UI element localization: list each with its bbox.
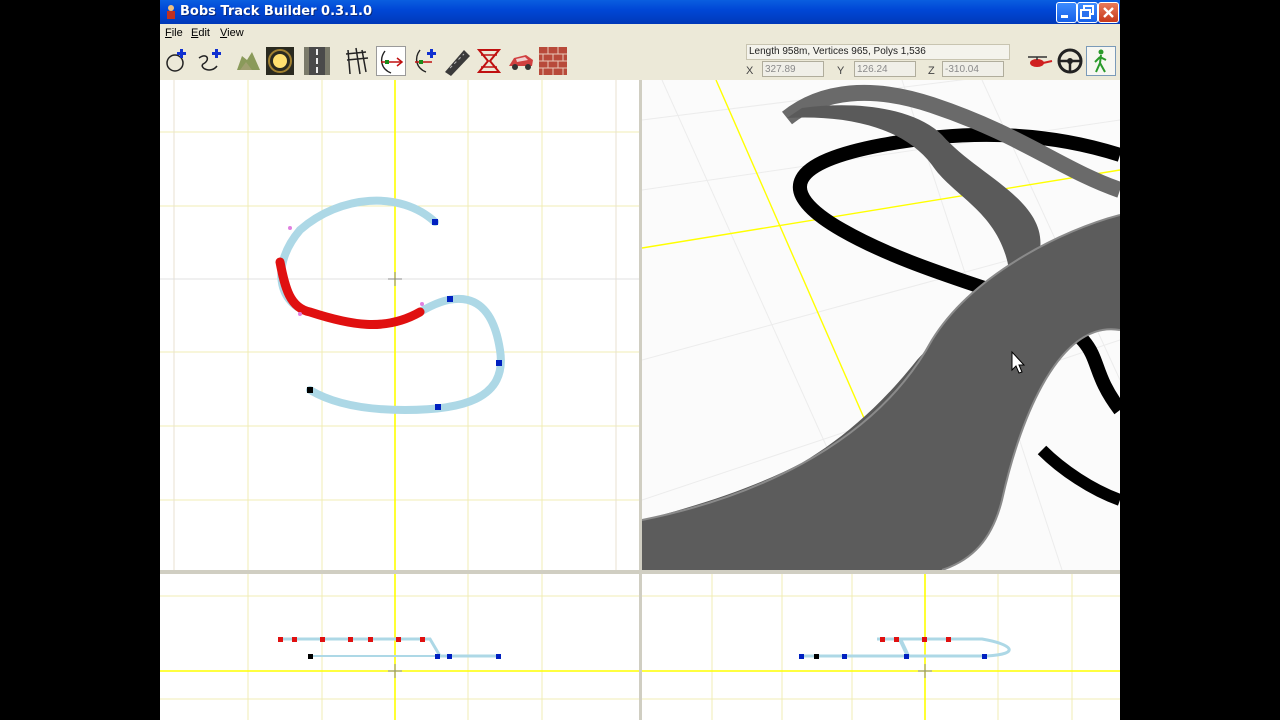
road-button[interactable] [302, 46, 332, 76]
wall-button[interactable] [474, 46, 504, 76]
terrain-button[interactable] [234, 46, 264, 76]
walk-view-button[interactable] [1086, 46, 1116, 76]
maximize-button[interactable] [1077, 2, 1098, 23]
fence-icon [345, 47, 369, 75]
add-node-icon [415, 49, 436, 73]
add-node-button[interactable] [410, 46, 440, 76]
side-view-canvas[interactable] [642, 574, 1120, 720]
app-icon [167, 5, 175, 19]
road-surface-icon [445, 50, 470, 76]
y-label: Y [837, 65, 845, 77]
walk-view-icon [1094, 49, 1107, 73]
y-field[interactable]: 126.24 [854, 61, 916, 77]
menu-edit[interactable]: Edit [191, 27, 210, 39]
driver-view-button[interactable] [1055, 46, 1085, 76]
add-spline-icon [198, 49, 221, 71]
sky-button[interactable] [265, 46, 295, 76]
z-label: Z [928, 65, 935, 77]
top-view-panel[interactable] [160, 80, 639, 570]
fence-button[interactable] [342, 46, 372, 76]
car-icon [509, 55, 533, 70]
terrain-icon [237, 52, 260, 70]
add-loop-button[interactable] [163, 46, 193, 76]
brick-icon [539, 47, 567, 75]
helicopter-view-button[interactable] [1024, 46, 1054, 76]
perspective-view-panel[interactable] [642, 80, 1120, 570]
window-title: Bobs Track Builder 0.3.1.0 [180, 4, 373, 19]
restore-icon [1080, 5, 1094, 19]
title-bar: Bobs Track Builder 0.3.1.0 [160, 0, 1120, 24]
minimize-button[interactable] [1056, 2, 1077, 23]
sky-icon [266, 47, 294, 75]
node-edit-button[interactable] [376, 46, 406, 76]
add-loop-icon [166, 49, 186, 72]
side-view-panel[interactable] [642, 574, 1120, 720]
close-button[interactable] [1098, 2, 1119, 23]
helicopter-view-icon [1028, 56, 1053, 67]
road-surface-button[interactable] [442, 46, 472, 76]
road-icon [304, 47, 330, 75]
perspective-canvas[interactable] [642, 80, 1120, 570]
node-edit-icon [380, 50, 404, 74]
wall-icon [476, 49, 502, 73]
track-stats: Length 958m, Vertices 965, Polys 1,536 [746, 44, 1010, 60]
car-button[interactable] [506, 46, 536, 76]
brick-button[interactable] [538, 46, 568, 76]
menu-file[interactable]: File [165, 27, 183, 39]
steering-wheel-icon [1057, 48, 1083, 74]
x-label: X [746, 65, 754, 77]
top-view-canvas[interactable] [160, 80, 639, 570]
toolbar: Length 958m, Vertices 965, Polys 1,536 X… [160, 42, 1120, 81]
add-spline-button[interactable] [195, 46, 225, 76]
front-view-canvas[interactable] [160, 574, 639, 720]
menu-bar: File Edit View [160, 24, 1120, 42]
z-field[interactable]: -310.04 [942, 61, 1004, 77]
x-field[interactable]: 327.89 [762, 61, 824, 77]
start-node[interactable] [307, 387, 313, 393]
minimize-icon [1061, 15, 1068, 18]
menu-view[interactable]: View [220, 27, 244, 39]
close-icon [1103, 7, 1114, 18]
front-view-panel[interactable] [160, 574, 639, 720]
app-window: Bobs Track Builder 0.3.1.0 File Edit Vie… [160, 0, 1120, 720]
